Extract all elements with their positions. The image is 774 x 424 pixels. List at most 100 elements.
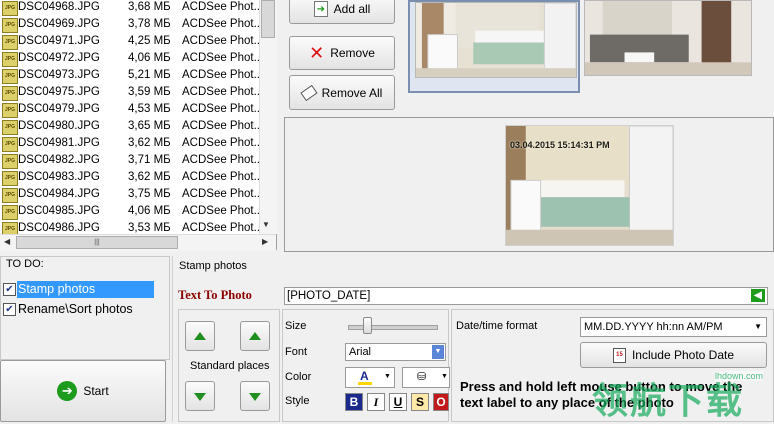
file-size: 3,78 МБ [128,18,171,30]
file-size: 3,59 МБ [128,86,171,98]
strikeout-button[interactable]: S [411,393,429,411]
include-photo-date-label: Include Photo Date [631,348,735,362]
chevron-down-icon: ▼ [384,373,391,380]
file-row[interactable]: JPG DSC04983.JPG 3,62 МБ ACDSee Phot... [0,169,263,186]
file-row[interactable]: JPG DSC04972.JPG 4,06 МБ ACDSee Phot... [0,50,263,67]
file-row[interactable]: JPG DSC04968.JPG 3,68 МБ ACDSee Phot... [0,0,263,16]
file-size: 4,06 МБ [128,205,171,217]
preview-image[interactable]: 03.04.2015 15:14:31 PM [505,125,674,246]
scroll-left-arrow-icon[interactable]: ◀ [4,237,10,246]
file-row[interactable]: JPG DSC04984.JPG 3,75 МБ ACDSee Phot... [0,186,263,203]
file-type: ACDSee Phot... [182,137,264,149]
chevron-down-icon[interactable]: ▼ [754,318,762,336]
preview-date-stamp[interactable]: 03.04.2015 15:14:31 PM [510,140,610,150]
file-size: 4,06 МБ [128,52,171,64]
file-row[interactable]: JPG DSC04985.JPG 4,06 МБ ACDSee Phot... [0,203,263,220]
arrow-up-icon [249,332,261,340]
file-row[interactable]: JPG DSC04982.JPG 3,71 МБ ACDSee Phot... [0,152,263,169]
todo-item-stamp-photos[interactable]: ✔ Stamp photos [3,281,154,298]
outline-button[interactable]: O [433,393,449,411]
remove-all-button[interactable]: Remove All [289,75,395,110]
insert-arrow-icon[interactable]: ◀ [751,289,765,302]
file-type: ACDSee Phot... [182,171,264,183]
size-label: Size [285,320,307,332]
file-size: 3,71 МБ [128,154,171,166]
file-type: ACDSee Phot... [182,18,264,30]
section-divider [172,256,173,422]
add-all-button[interactable]: ➜ Add all [289,0,395,24]
file-type: ACDSee Phot... [182,188,264,200]
jpg-file-icon: JPG [2,188,18,203]
arrow-down-icon [249,393,261,401]
background-color-button[interactable]: ⛁ ▼ [402,367,450,388]
place-top-left-button[interactable] [185,321,215,351]
file-type: ACDSee Phot... [182,120,264,132]
vertical-scroll-thumb[interactable] [261,0,275,38]
selected-thumbnail-frame[interactable] [408,0,580,93]
scroll-down-arrow-icon[interactable]: ▼ [262,220,270,229]
underline-button[interactable]: U [389,393,407,411]
file-name: DSC04969.JPG [18,18,100,30]
datetime-format-value: MM.DD.YYYY hh:nn AM/PM [584,321,723,333]
file-type: ACDSee Phot... [182,52,264,64]
place-top-right-button[interactable] [240,321,270,351]
file-row[interactable]: JPG DSC04981.JPG 3,62 МБ ACDSee Phot... [0,135,263,152]
start-button[interactable]: ➔ Start [0,360,166,422]
file-row[interactable]: JPG DSC04980.JPG 3,65 МБ ACDSee Phot... [0,118,263,135]
stamp-section-title: Stamp photos [179,260,247,272]
file-name: DSC04973.JPG [18,69,100,81]
start-label: Start [83,384,109,398]
place-bottom-left-button[interactable] [185,381,215,411]
start-arrow-icon: ➔ [57,381,78,401]
italic-button[interactable]: I [367,393,385,411]
checkbox-rename-sort[interactable]: ✔ [3,303,16,316]
include-photo-date-button[interactable]: 15 Include Photo Date [580,342,767,368]
size-slider-thumb[interactable] [363,317,373,334]
file-type: ACDSee Phot... [182,35,264,47]
calendar-icon: 15 [612,347,626,363]
file-list[interactable]: JPG DSC04968.JPG 3,68 МБ ACDSee Phot... JPG D… [0,0,277,250]
close-icon: ✕ [309,43,325,63]
jpg-file-icon: JPG [2,120,18,135]
text-color-button[interactable]: A ▼ [345,367,395,388]
datetime-format-select[interactable]: MM.DD.YYYY hh:nn AM/PM ▼ [580,317,767,337]
jpg-file-icon: JPG [2,154,18,169]
file-row[interactable]: JPG DSC04969.JPG 3,78 МБ ACDSee Phot... [0,16,263,33]
remove-all-label: Remove All [321,85,383,100]
todo-item-rename-sort[interactable]: ✔ Rename\Sort photos [3,301,163,318]
chevron-down-icon[interactable]: ▼ [432,345,444,359]
file-name: DSC04985.JPG [18,205,100,217]
place-bottom-right-button[interactable] [240,381,270,411]
bold-button[interactable]: B [345,393,363,411]
size-slider-track[interactable] [348,325,438,330]
scroll-right-arrow-icon[interactable]: ▶ [262,237,268,246]
horizontal-scroll-thumb[interactable]: ||| [16,236,178,249]
text-to-photo-input[interactable]: [PHOTO_DATE] [284,287,768,305]
font-select[interactable]: Arial ▼ [345,343,446,361]
file-row[interactable]: JPG DSC04975.JPG 3,59 МБ ACDSee Phot... [0,84,263,101]
jpg-file-icon: JPG [2,103,18,118]
remove-button[interactable]: ✕ Remove [289,36,395,70]
text-to-photo-label: Text To Photo [178,288,252,302]
file-size: 4,53 МБ [128,103,171,115]
file-row[interactable]: JPG DSC04971.JPG 4,25 МБ ACDSee Phot... [0,33,263,50]
thumbnail-image-1[interactable] [415,2,577,78]
jpg-file-icon: JPG [2,137,18,152]
jpg-file-icon: JPG [2,52,18,67]
file-size: 3,62 МБ [128,137,171,149]
file-name: DSC04981.JPG [18,137,100,149]
file-name: DSC04968.JPG [18,1,100,13]
thumbnail-image-2[interactable] [584,0,752,76]
checkbox-stamp-photos[interactable]: ✔ [3,283,16,296]
todo-title: TO DO: [6,258,44,270]
file-row[interactable]: JPG DSC04973.JPG 5,21 МБ ACDSee Phot... [0,67,263,84]
jpg-file-icon: JPG [2,35,18,50]
todo-item-label: Rename\Sort photos [18,302,133,316]
file-size: 3,75 МБ [128,188,171,200]
jpg-file-icon: JPG [2,1,18,16]
remove-label: Remove [330,46,375,60]
file-row[interactable]: JPG DSC04979.JPG 4,53 МБ ACDSee Phot... [0,101,263,118]
watermark-url: lhdown.com [715,371,764,381]
file-name: DSC04984.JPG [18,188,100,200]
text-to-photo-value: [PHOTO_DATE] [287,290,371,302]
